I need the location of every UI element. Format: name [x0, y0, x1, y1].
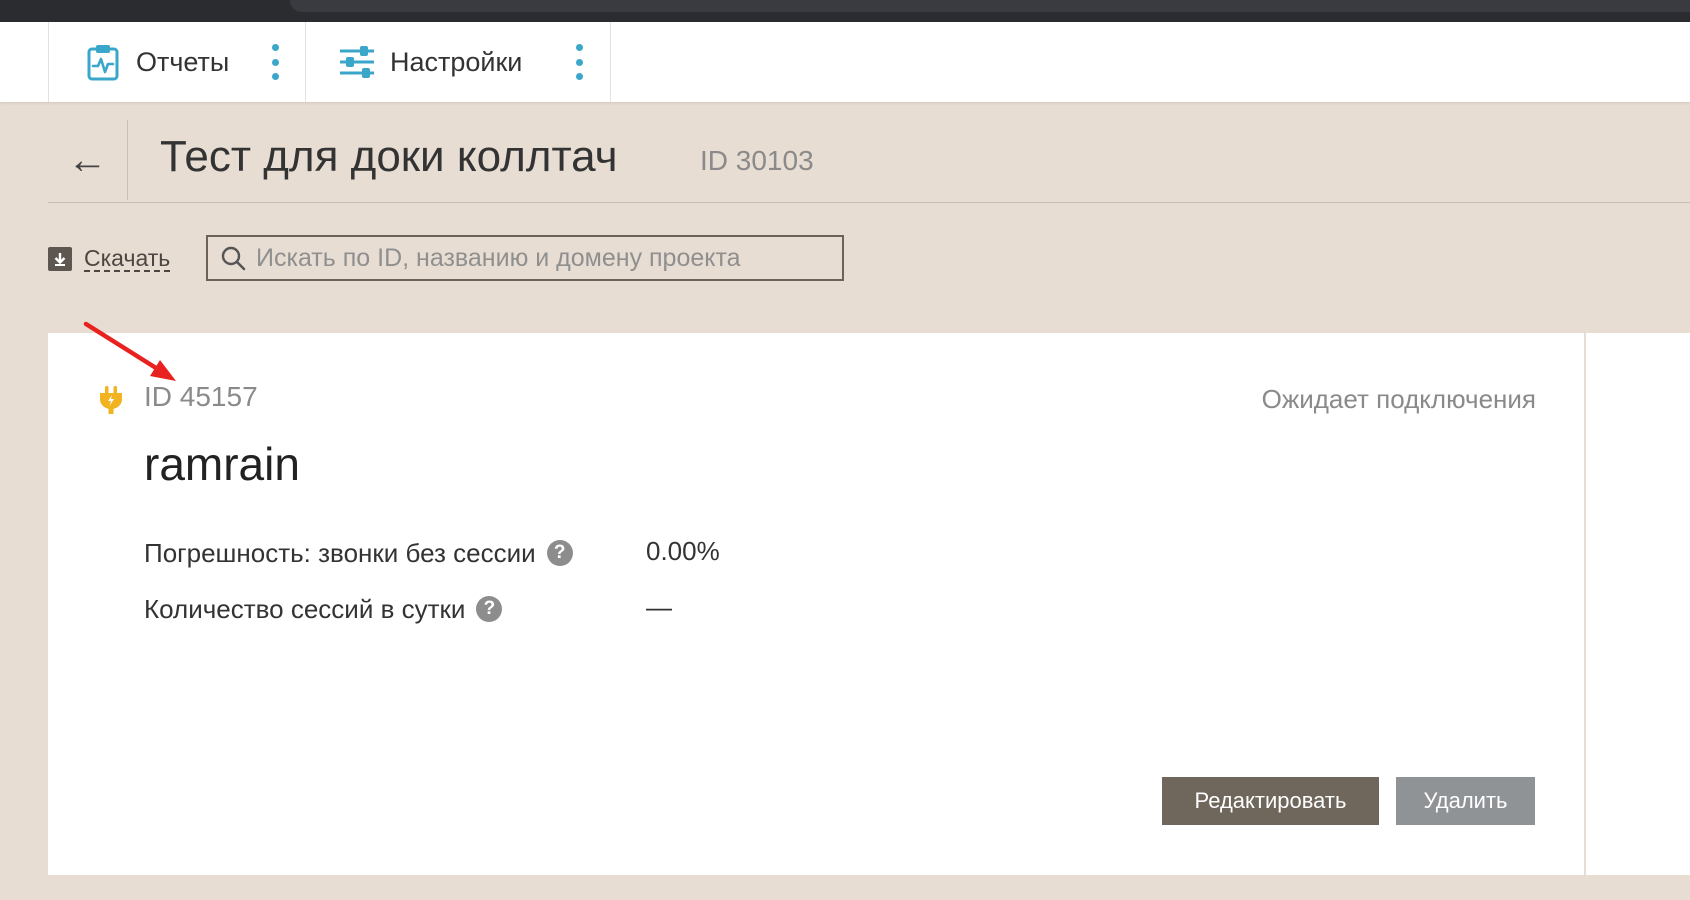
stat-value-error-rate: 0.00%	[646, 536, 720, 566]
nav-label-reports: Отчеты	[136, 46, 230, 77]
settings-more-menu-icon[interactable]	[567, 42, 591, 82]
stat-label: Погрешность: звонки без сессии	[144, 537, 536, 568]
help-icon[interactable]: ?	[546, 540, 573, 566]
plug-status-icon	[98, 385, 124, 415]
reports-more-menu-icon[interactable]	[263, 42, 287, 82]
stat-row-sessions-per-day: Количество сессий в сутки ?	[144, 592, 503, 626]
back-button[interactable]: ←	[48, 120, 128, 200]
project-name: ramrain	[144, 438, 300, 490]
nav-item-reports[interactable]: Отчеты	[84, 22, 229, 102]
arrow-left-icon: ←	[67, 137, 108, 182]
search-input[interactable]	[256, 243, 842, 273]
browser-top-bar	[0, 0, 1690, 22]
nav-divider	[305, 22, 306, 102]
top-navbar: Отчеты Настройки	[0, 22, 1690, 102]
download-link[interactable]: Скачать	[48, 235, 171, 283]
browser-tab-strip	[290, 0, 1690, 12]
search-icon	[218, 243, 248, 273]
nav-divider	[48, 22, 49, 102]
sliders-icon	[338, 43, 376, 81]
page-header: ← Тест для доки коллтач ID 30103	[48, 120, 1690, 203]
adjacent-card-edge	[1585, 333, 1690, 875]
search-box[interactable]	[206, 235, 844, 281]
help-icon[interactable]: ?	[476, 596, 503, 622]
nav-label-settings: Настройки	[390, 46, 523, 77]
stat-label: Количество сессий в сутки	[144, 593, 466, 624]
page-title: Тест для доки коллтач	[160, 132, 618, 181]
delete-button[interactable]: Удалить	[1396, 777, 1535, 825]
nav-item-settings[interactable]: Настройки	[338, 22, 522, 102]
stat-value-sessions-per-day: —	[646, 592, 672, 622]
project-id: ID 45157	[144, 381, 258, 412]
project-card: ID 45157 Ожидает подключения ramrain Пог…	[48, 333, 1584, 875]
clipboard-pulse-icon	[84, 43, 122, 81]
stat-row-error-rate: Погрешность: звонки без сессии ?	[144, 536, 573, 570]
nav-divider	[610, 22, 611, 102]
download-icon	[48, 247, 72, 271]
project-status: Ожидает подключения	[1261, 384, 1536, 414]
edit-button[interactable]: Редактировать	[1162, 777, 1379, 825]
page-id: ID 30103	[700, 145, 814, 176]
download-label: Скачать	[84, 245, 171, 272]
